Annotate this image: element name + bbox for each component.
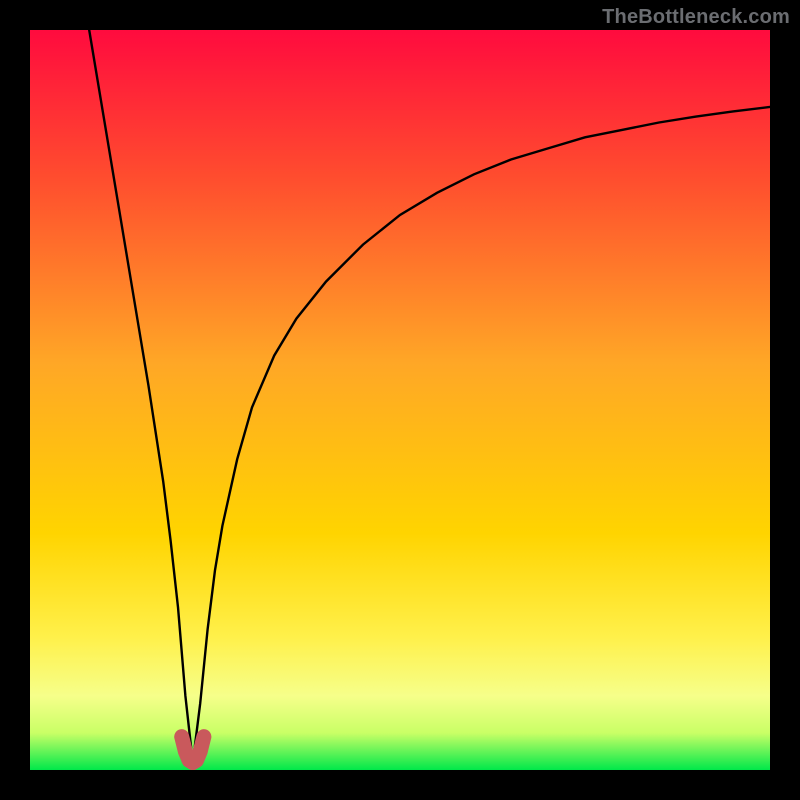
chart-frame: TheBottleneck.com (0, 0, 800, 800)
gradient-background (30, 30, 770, 770)
bottleneck-plot (30, 30, 770, 770)
watermark-text: TheBottleneck.com (602, 6, 790, 29)
